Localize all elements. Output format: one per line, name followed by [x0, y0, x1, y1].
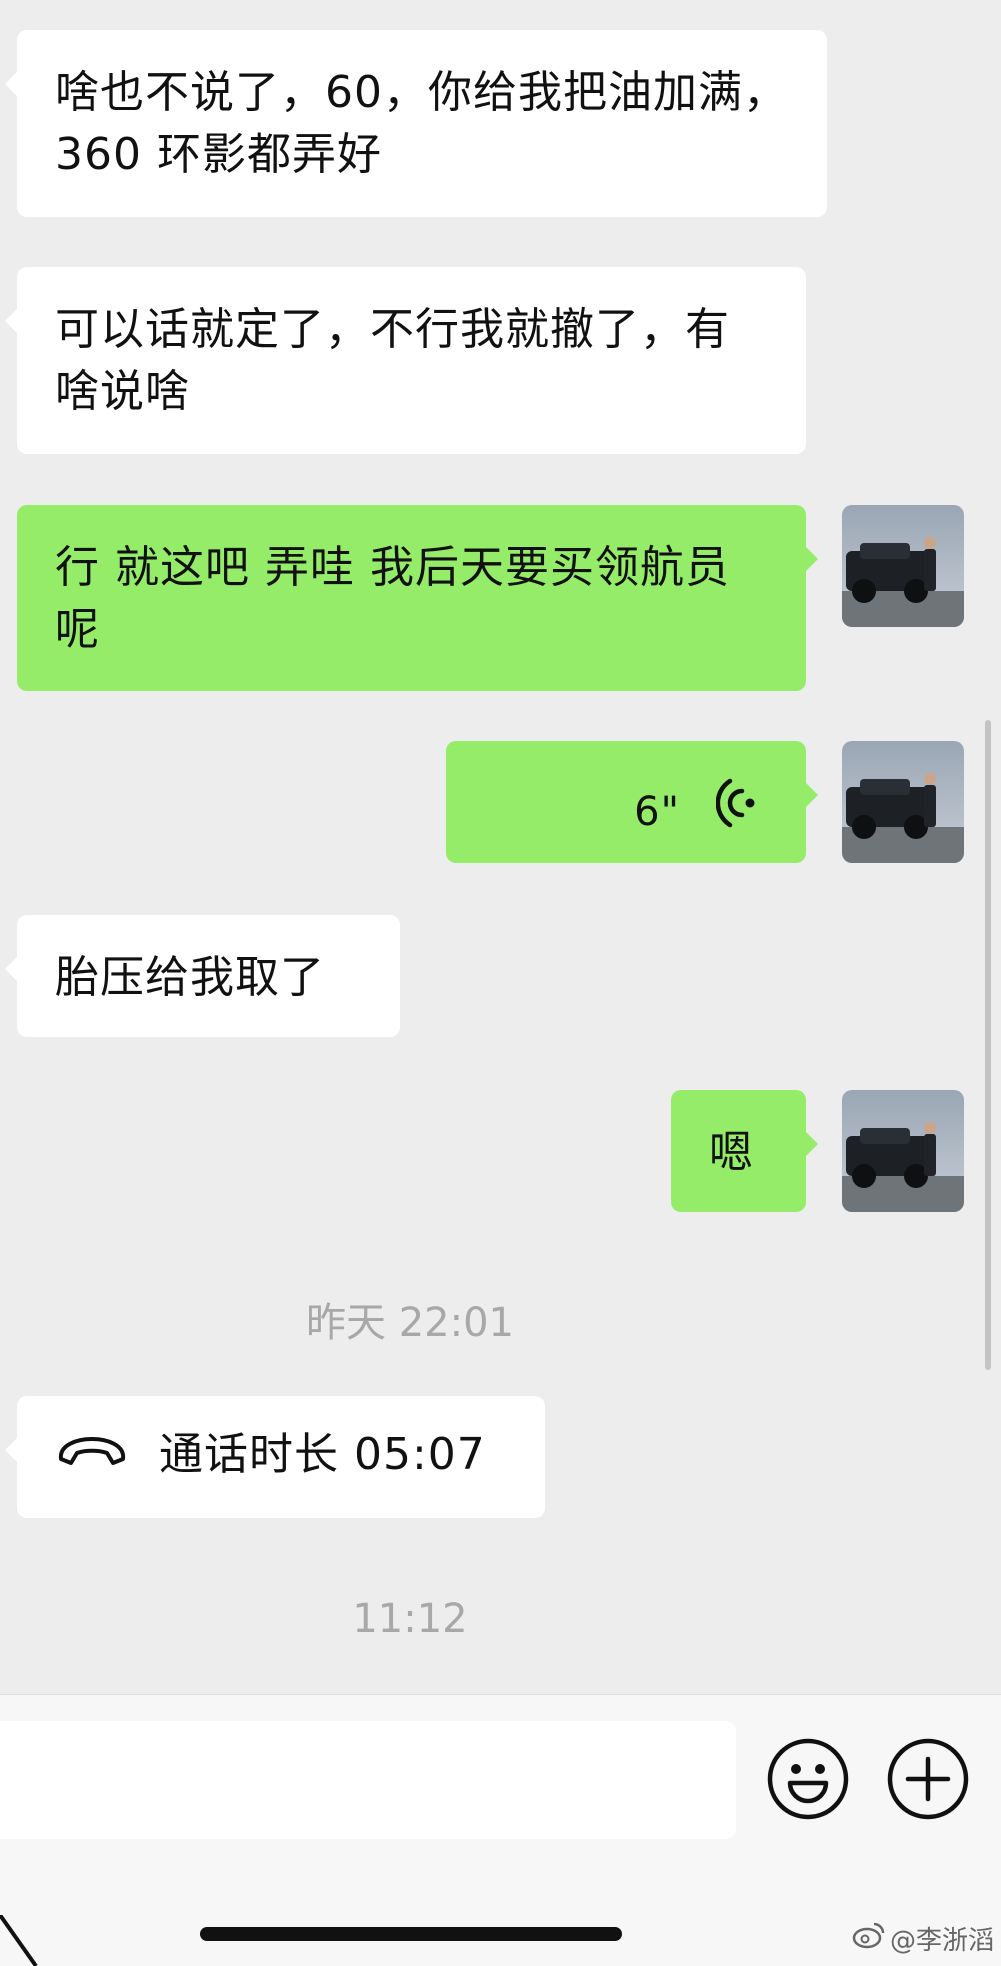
scrollbar[interactable] [985, 720, 991, 1370]
message-bubble-outgoing[interactable]: 嗯 [671, 1090, 818, 1212]
voice-message-bubble[interactable]: 6" [446, 741, 818, 863]
avatar-photo [842, 505, 964, 627]
message-input[interactable] [0, 1721, 736, 1839]
call-duration-text: 通话时长 05:07 [159, 1429, 486, 1480]
corner-line-decoration [0, 1915, 38, 1966]
avatar[interactable] [842, 505, 964, 627]
chat-timestamp: 11:12 [352, 1596, 468, 1642]
avatar-photo [842, 741, 964, 863]
message-bubble-incoming[interactable]: 啥也不说了，60，你给我把油加满，360 环影都弄好 [5, 30, 827, 217]
message-bubble-outgoing[interactable]: 行 就这吧 弄哇 我后天要买领航员呢 [17, 505, 818, 691]
avatar[interactable] [842, 1090, 964, 1212]
message-text: 啥也不说了，60，你给我把油加满，360 环影都弄好 [55, 67, 788, 180]
message-text: 嗯 [709, 1127, 754, 1178]
emoji-icon [767, 1738, 849, 1820]
message-bubble-incoming[interactable]: 可以话就定了，不行我就撤了，有啥说啥 [5, 267, 806, 454]
emoji-button[interactable] [766, 1737, 850, 1821]
call-record-bubble[interactable]: 通话时长 05:07 [5, 1396, 545, 1518]
phone-hangup-icon [55, 1424, 129, 1486]
message-text: 行 就这吧 弄哇 我后天要买领航员呢 [55, 542, 730, 655]
input-bar: @李浙滔 [0, 1694, 1001, 1966]
avatar[interactable] [842, 741, 964, 863]
watermark: @李浙滔 [852, 1920, 994, 1957]
message-text: 胎压给我取了 [55, 952, 325, 1003]
message-bubble-incoming[interactable]: 胎压给我取了 [5, 915, 400, 1037]
chat-timestamp: 昨天 22:01 [306, 1300, 514, 1346]
home-indicator[interactable] [200, 1927, 622, 1941]
voice-wave-icon [715, 777, 756, 846]
message-text: 可以话就定了，不行我就撤了，有啥说啥 [55, 304, 730, 417]
voice-duration: 6" [634, 788, 680, 835]
watermark-text: @李浙滔 [890, 1926, 995, 1956]
weibo-logo-icon [852, 1921, 886, 1956]
avatar-photo [842, 1090, 964, 1212]
more-button[interactable] [886, 1737, 970, 1821]
plus-icon [887, 1738, 969, 1820]
